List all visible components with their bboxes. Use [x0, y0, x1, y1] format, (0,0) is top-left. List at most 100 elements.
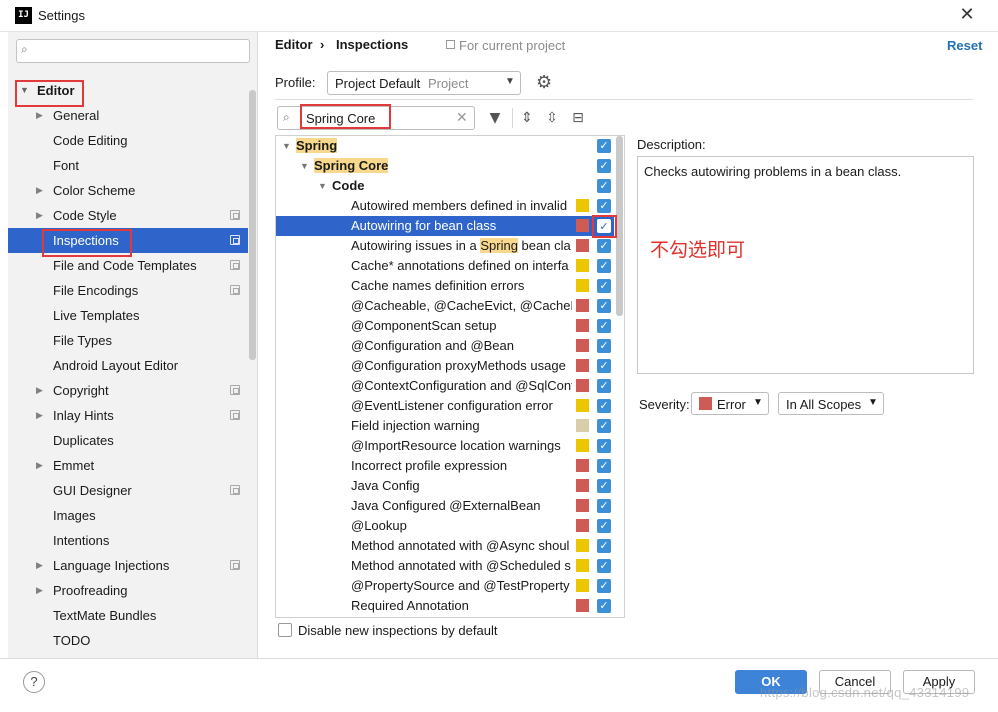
- inspection-row[interactable]: Required Annotation ✓: [276, 596, 614, 616]
- sidebar-item[interactable]: Inspections: [8, 228, 248, 253]
- enabled-checkbox[interactable]: ✓: [597, 479, 611, 493]
- sidebar-item[interactable]: GUI Designer: [8, 478, 248, 503]
- enabled-checkbox[interactable]: ✓: [597, 539, 611, 553]
- inspection-row[interactable]: @Cacheable, @CacheEvict, @CachePu ✓: [276, 296, 614, 316]
- scope-dropdown[interactable]: In All Scopes ▼: [778, 392, 884, 415]
- sidebar-item[interactable]: Live Templates: [8, 303, 248, 328]
- sidebar-item[interactable]: ▶ Code Style: [8, 203, 248, 228]
- sidebar-item[interactable]: ▶ Color Scheme: [8, 178, 248, 203]
- inspection-row[interactable]: @EventListener configuration error ✓: [276, 396, 614, 416]
- chevron-right-icon: ▶: [36, 460, 43, 470]
- enabled-checkbox[interactable]: ✓: [597, 179, 611, 193]
- sidebar-item[interactable]: Duplicates: [8, 428, 248, 453]
- tree-group-row[interactable]: ▼ Spring ✓: [276, 136, 614, 156]
- inspection-filter-input[interactable]: ⌕ Spring Core ✕: [277, 106, 475, 130]
- inspection-row[interactable]: Autowired members defined in invalid ✓: [276, 196, 614, 216]
- enabled-checkbox[interactable]: ✓: [597, 299, 611, 313]
- breadcrumb-editor[interactable]: Editor: [275, 37, 313, 52]
- enabled-checkbox[interactable]: ✓: [597, 259, 611, 273]
- enabled-checkbox[interactable]: ✓: [597, 219, 611, 233]
- inspection-label: Spring: [296, 136, 572, 156]
- inspection-row[interactable]: @ContextConfiguration and @SqlConf ✓: [276, 376, 614, 396]
- sidebar-item-label: GUI Designer: [53, 483, 132, 498]
- sidebar-item[interactable]: File and Code Templates: [8, 253, 248, 278]
- inspection-row[interactable]: @Lookup ✓: [276, 516, 614, 536]
- inspection-row[interactable]: @Configuration and @Bean ✓: [276, 336, 614, 356]
- sidebar-scrollbar[interactable]: [249, 90, 256, 360]
- reset-link[interactable]: Reset: [947, 38, 982, 53]
- sidebar-item[interactable]: ▶ Proofreading: [8, 578, 248, 603]
- inspection-row[interactable]: Cache names definition errors ✓: [276, 276, 614, 296]
- sidebar-item[interactable]: ▶ Emmet: [8, 453, 248, 478]
- annotation-note: 不勾选即可: [650, 239, 746, 261]
- enabled-checkbox[interactable]: ✓: [597, 339, 611, 353]
- tree-scrollbar[interactable]: [616, 136, 623, 316]
- inspection-row[interactable]: @PropertySource and @TestProperty ✓: [276, 576, 614, 596]
- sidebar-item[interactable]: ▶ Language Injections: [8, 553, 248, 578]
- filter-icon[interactable]: ▼: [486, 108, 504, 128]
- label-text: @EventListener configuration error: [351, 398, 553, 413]
- inspection-row[interactable]: Cache* annotations defined on interfa ✓: [276, 256, 614, 276]
- inspection-row[interactable]: Autowiring issues in a Spring bean cla ✓: [276, 236, 614, 256]
- enabled-checkbox[interactable]: ✓: [597, 499, 611, 513]
- gear-icon[interactable]: ⚙: [536, 72, 552, 93]
- inspection-row[interactable]: Method annotated with @Async shoul ✓: [276, 536, 614, 556]
- sidebar-item[interactable]: Images: [8, 503, 248, 528]
- label-text: @ContextConfiguration and @SqlConf: [351, 378, 572, 393]
- reset-to-default-icon[interactable]: ⊟: [569, 108, 587, 128]
- chevron-down-icon: ▼: [318, 181, 327, 191]
- enabled-checkbox[interactable]: ✓: [597, 239, 611, 253]
- sidebar-item[interactable]: TextMate Bundles: [8, 603, 248, 628]
- sidebar-item-label: General: [53, 108, 100, 123]
- inspection-row[interactable]: Incorrect profile expression ✓: [276, 456, 614, 476]
- enabled-checkbox[interactable]: ✓: [597, 579, 611, 593]
- inspection-row[interactable]: @ComponentScan setup ✓: [276, 316, 614, 336]
- sidebar-item[interactable]: Code Editing: [8, 128, 248, 153]
- inspection-row[interactable]: @ImportResource location warnings ✓: [276, 436, 614, 456]
- settings-search-input[interactable]: ⌕: [16, 39, 250, 63]
- severity-error-swatch: [576, 599, 589, 612]
- sidebar-item[interactable]: ▶ Copyright: [8, 378, 248, 403]
- enabled-checkbox[interactable]: ✓: [597, 559, 611, 573]
- inspection-label: @Configuration proxyMethods usage: [351, 356, 572, 376]
- collapse-all-icon[interactable]: ⇳: [543, 108, 561, 128]
- inspection-row[interactable]: @Configuration proxyMethods usage ✓: [276, 356, 614, 376]
- inspection-row[interactable]: Java Config ✓: [276, 476, 614, 496]
- enabled-checkbox[interactable]: ✓: [597, 139, 611, 153]
- help-button[interactable]: ?: [23, 671, 45, 693]
- inspection-row[interactable]: Field injection warning ✓: [276, 416, 614, 436]
- sidebar-item[interactable]: Font: [8, 153, 248, 178]
- tree-group-row[interactable]: ▼ Spring Core ✓: [276, 156, 614, 176]
- disable-new-inspections-checkbox[interactable]: [278, 623, 292, 637]
- enabled-checkbox[interactable]: ✓: [597, 199, 611, 213]
- sidebar-item[interactable]: Android Layout Editor: [8, 353, 248, 378]
- enabled-checkbox[interactable]: ✓: [597, 359, 611, 373]
- enabled-checkbox[interactable]: ✓: [597, 159, 611, 173]
- clear-icon[interactable]: ✕: [456, 109, 468, 126]
- enabled-checkbox[interactable]: ✓: [597, 399, 611, 413]
- enabled-checkbox[interactable]: ✓: [597, 599, 611, 613]
- inspection-row[interactable]: Java Configured @ExternalBean ✓: [276, 496, 614, 516]
- enabled-checkbox[interactable]: ✓: [597, 419, 611, 433]
- sidebar-item[interactable]: Intentions: [8, 528, 248, 553]
- enabled-checkbox[interactable]: ✓: [597, 519, 611, 533]
- sidebar-item[interactable]: TODO: [8, 628, 248, 653]
- close-icon[interactable]: ✕: [956, 3, 978, 27]
- sidebar-item-editor[interactable]: ▼ Editor: [8, 78, 248, 103]
- tree-group-row[interactable]: ▼ Code ✓: [276, 176, 614, 196]
- expand-all-icon[interactable]: ⇕: [518, 108, 536, 128]
- enabled-checkbox[interactable]: ✓: [597, 379, 611, 393]
- enabled-checkbox[interactable]: ✓: [597, 319, 611, 333]
- sidebar-item[interactable]: ▶ General: [8, 103, 248, 128]
- enabled-checkbox[interactable]: ✓: [597, 439, 611, 453]
- enabled-checkbox[interactable]: ✓: [597, 459, 611, 473]
- sidebar-item[interactable]: ▶ Inlay Hints: [8, 403, 248, 428]
- profile-dropdown[interactable]: Project Default Project ▼: [327, 71, 521, 95]
- label-text: @Configuration and @Bean: [351, 338, 514, 353]
- severity-dropdown[interactable]: Error ▼: [691, 392, 769, 415]
- sidebar-item[interactable]: File Encodings: [8, 278, 248, 303]
- inspection-row[interactable]: Autowiring for bean class ✓: [276, 216, 614, 236]
- enabled-checkbox[interactable]: ✓: [597, 279, 611, 293]
- inspection-row[interactable]: Method annotated with @Scheduled s ✓: [276, 556, 614, 576]
- sidebar-item[interactable]: File Types: [8, 328, 248, 353]
